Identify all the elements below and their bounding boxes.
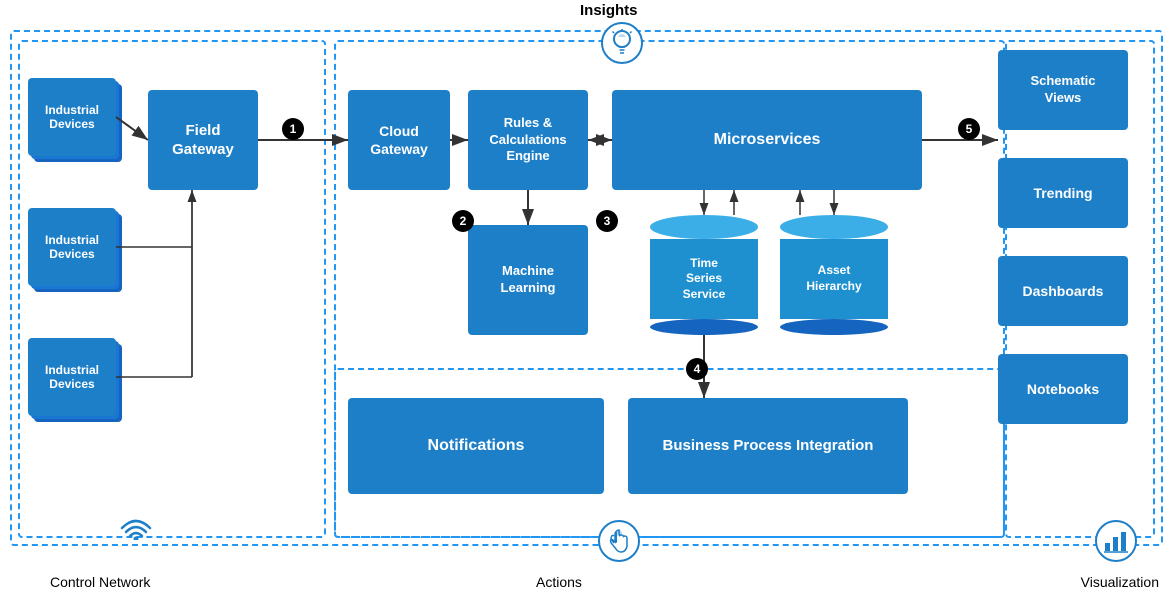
- schematic-views: SchematicViews: [998, 50, 1128, 130]
- badge-1: 1: [282, 118, 304, 140]
- notifications: Notifications: [348, 398, 604, 494]
- badge-5: 5: [958, 118, 980, 140]
- touch-icon: [598, 520, 640, 562]
- asset-hierarchy: AssetHierarchy: [780, 215, 888, 335]
- rules-engine: Rules &CalculationsEngine: [468, 90, 588, 190]
- badge-4: 4: [686, 358, 708, 380]
- wifi-icon: [118, 512, 154, 540]
- industrial-devices-2: IndustrialDevices: [28, 208, 116, 286]
- trending: Trending: [998, 158, 1128, 228]
- bpi: Business Process Integration: [628, 398, 908, 494]
- diagram-container: Insights IndustrialDevices IndustrialDev…: [0, 0, 1173, 596]
- field-gateway: Field Gateway: [148, 90, 258, 190]
- cloud-gateway: CloudGateway: [348, 90, 450, 190]
- microservices: Microservices: [612, 90, 922, 190]
- time-series-service: TimeSeriesService: [650, 215, 758, 335]
- label-control-network: Control Network: [50, 574, 150, 590]
- label-visualization: Visualization: [1081, 574, 1159, 590]
- machine-learning: MachineLearning: [468, 225, 588, 335]
- chart-icon: [1095, 520, 1137, 562]
- lightbulb-icon: [601, 22, 643, 64]
- badge-2: 2: [452, 210, 474, 232]
- industrial-devices-3: IndustrialDevices: [28, 338, 116, 416]
- label-actions: Actions: [536, 574, 582, 590]
- notebooks: Notebooks: [998, 354, 1128, 424]
- industrial-devices-1: IndustrialDevices: [28, 78, 116, 156]
- dashboards: Dashboards: [998, 256, 1128, 326]
- badge-3: 3: [596, 210, 618, 232]
- label-insights: Insights: [580, 2, 638, 19]
